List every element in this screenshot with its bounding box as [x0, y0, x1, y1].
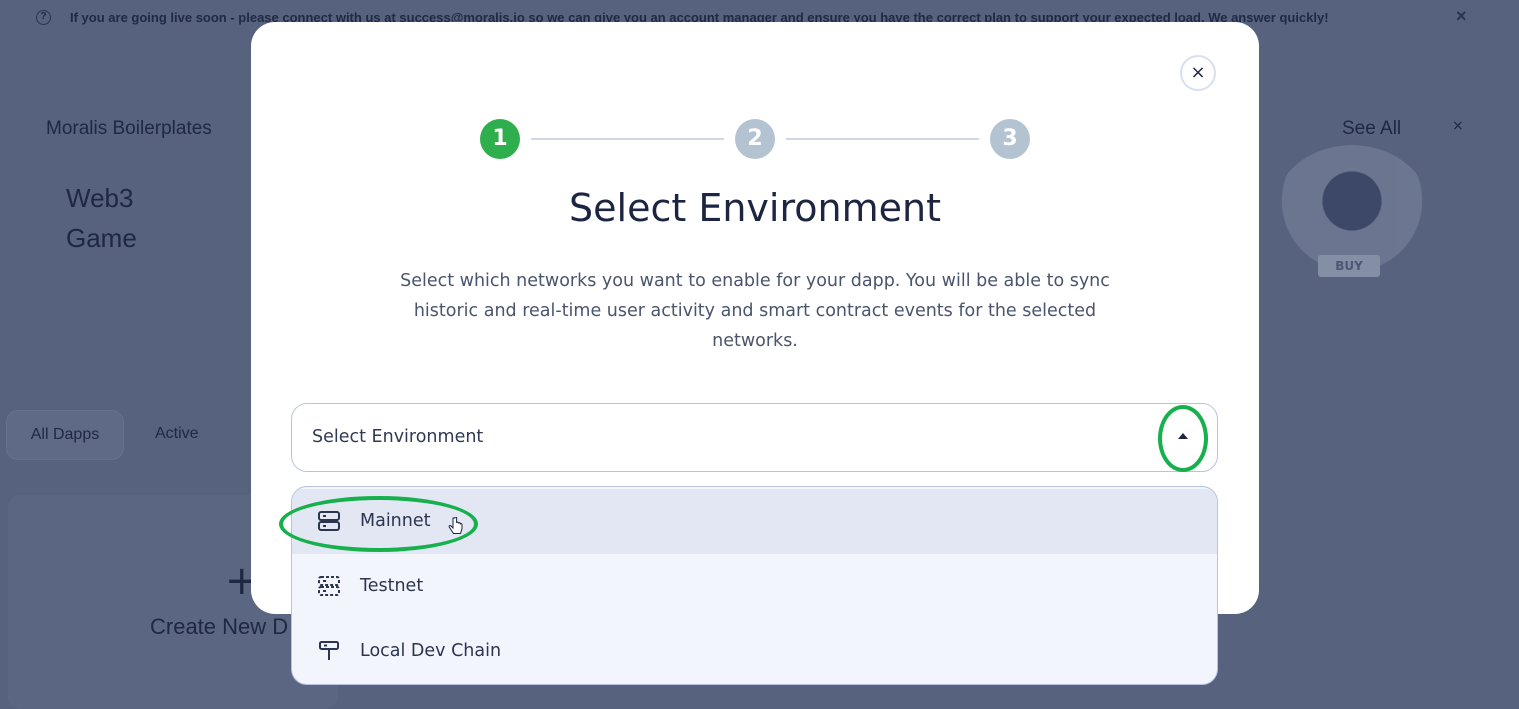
step-connector [531, 138, 724, 140]
select-placeholder: Select Environment [312, 427, 484, 447]
environment-select[interactable]: Select Environment [291, 403, 1218, 472]
boilerplate-card-title[interactable]: Web3 Game [66, 178, 137, 258]
option-label: Mainnet [360, 511, 431, 531]
section-close-icon[interactable]: × [1452, 118, 1464, 134]
modal-description: Select which networks you want to enable… [400, 271, 1110, 351]
tab-active[interactable]: Active [155, 410, 199, 458]
game-buy-badge: BUY [1318, 255, 1380, 277]
server-icon [318, 511, 340, 531]
step-connector [786, 138, 979, 140]
option-mainnet[interactable]: Mainnet [292, 489, 1217, 554]
create-dapp-label: Create New D [150, 614, 289, 639]
server-dashed-icon [318, 576, 340, 596]
environment-dropdown: Mainnet Testnet Local Dev Chain [291, 486, 1218, 685]
option-testnet[interactable]: Testnet [292, 554, 1217, 619]
close-icon[interactable]: × [1180, 55, 1216, 91]
step-3-indicator: 3 [990, 119, 1030, 159]
card-title-line: Web3 [66, 183, 134, 213]
caret-up-icon[interactable] [1178, 433, 1188, 439]
step-1-indicator: 1 [480, 119, 520, 159]
banner-close-icon[interactable]: × [1456, 6, 1467, 27]
card-title-line: Game [66, 223, 137, 253]
modal-title: Select Environment [569, 186, 941, 230]
info-icon: ? [36, 10, 51, 25]
see-all-link[interactable]: See All [1342, 118, 1401, 140]
option-local-dev-chain[interactable]: Local Dev Chain [292, 619, 1217, 684]
game-artwork: BUY [1272, 145, 1432, 285]
step-2-indicator: 2 [735, 119, 775, 159]
section-title: Moralis Boilerplates [46, 118, 212, 139]
hand-cursor-icon [448, 517, 463, 534]
plug-icon [319, 641, 339, 660]
tab-all-dapps[interactable]: All Dapps [6, 410, 124, 460]
option-label: Testnet [360, 576, 424, 596]
option-label: Local Dev Chain [360, 641, 502, 661]
